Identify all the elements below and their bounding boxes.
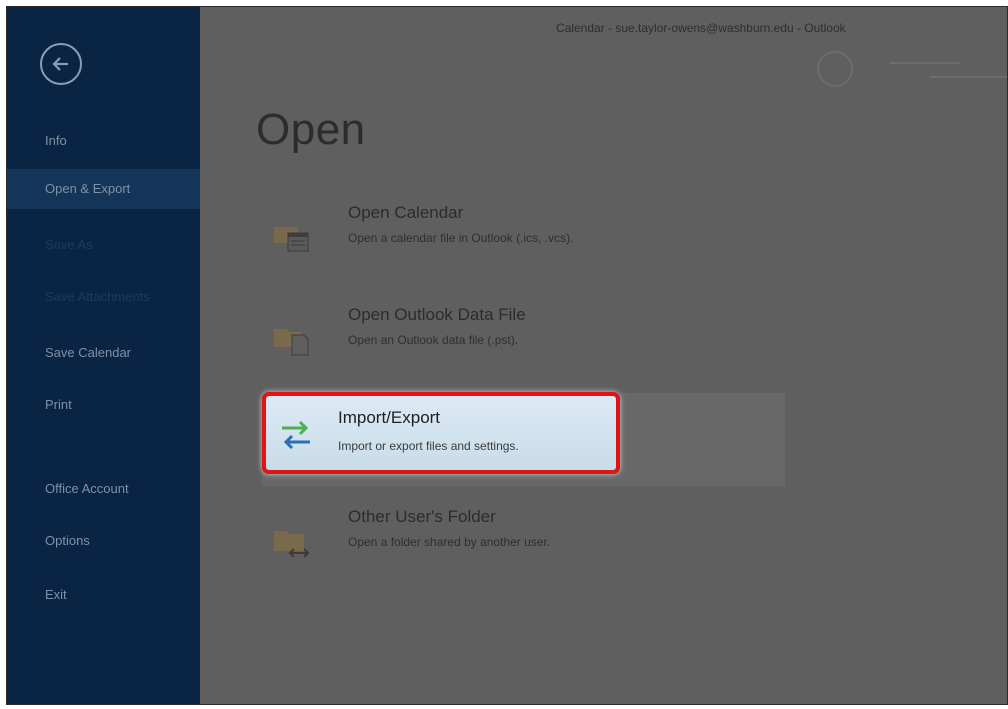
calendar-folder-icon: [274, 227, 309, 252]
sidebar-item-print[interactable]: Print: [7, 385, 200, 425]
back-button[interactable]: [40, 43, 82, 85]
backstage-sidebar: Info Open & Export Save As Save Attachme…: [7, 7, 200, 704]
sidebar-item-open-export[interactable]: Open & Export: [7, 169, 200, 209]
open-data-file-description: Open an Outlook data file (.pst).: [348, 333, 519, 347]
sidebar-item-exit[interactable]: Exit: [7, 575, 200, 615]
account-info-icon: [890, 62, 1007, 78]
open-calendar-title: Open Calendar: [348, 203, 464, 222]
shared-folder-icon: [274, 531, 310, 558]
window-title: Calendar - sue.taylor-owens@washburn.edu…: [556, 21, 846, 35]
backstage-content: Calendar - sue.taylor-owens@washburn.edu…: [200, 7, 1007, 704]
sidebar-item-options[interactable]: Options: [7, 521, 200, 561]
open-calendar-option[interactable]: Open Calendar Open a calendar file in Ou…: [262, 199, 782, 269]
import-export-description: Import or export files and settings.: [338, 439, 519, 453]
open-data-file-title: Open Outlook Data File: [348, 305, 526, 324]
account-avatar-icon: [817, 51, 853, 87]
import-export-option[interactable]: Import/Export Import or export files and…: [262, 392, 620, 474]
open-outlook-data-file-option[interactable]: Open Outlook Data File Open an Outlook d…: [262, 301, 782, 371]
other-users-folder-description: Open a folder shared by another user.: [348, 535, 551, 549]
sidebar-item-save-calendar[interactable]: Save Calendar: [7, 333, 200, 373]
data-file-folder-icon: [274, 329, 309, 356]
outlook-backstage-window: Info Open & Export Save As Save Attachme…: [6, 6, 1008, 705]
page-title: Open: [256, 105, 366, 154]
sidebar-item-info[interactable]: Info: [7, 121, 200, 161]
other-users-folder-title: Other User's Folder: [348, 507, 496, 526]
sidebar-item-save-as[interactable]: Save As: [7, 225, 200, 265]
sidebar-item-office-account[interactable]: Office Account: [7, 469, 200, 509]
sidebar-item-save-attachments[interactable]: Save Attachments: [7, 277, 200, 317]
other-users-folder-option[interactable]: Other User's Folder Open a folder shared…: [262, 503, 782, 573]
import-export-arrows-icon: [282, 420, 310, 450]
open-calendar-description: Open a calendar file in Outlook (.ics, .…: [348, 231, 574, 245]
back-arrow-icon: [52, 57, 68, 71]
import-export-title: Import/Export: [338, 408, 441, 427]
